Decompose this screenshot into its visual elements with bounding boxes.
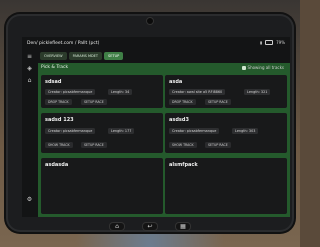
front-camera: [147, 18, 153, 24]
menu-icon[interactable]: ≡: [26, 54, 33, 60]
track-name: sadsd 123: [45, 117, 74, 123]
tablet-screen: Den/ picklefleet.com / Pallt (pct) ▮ 79%…: [22, 37, 290, 217]
filter-icon[interactable]: ⌂: [26, 78, 33, 84]
status-bar: Den/ picklefleet.com / Pallt (pct) ▮ 79%: [22, 37, 290, 50]
length-pill: Length: 321: [244, 89, 271, 95]
track-card[interactable]: sadsd 123 Creator: picsabfermanque Lengt…: [41, 113, 163, 153]
track-name: alsmfpack: [169, 162, 198, 168]
setup-race-button[interactable]: SETUP RACE: [81, 99, 107, 105]
length-pill: Length: 177: [108, 128, 135, 134]
pick-track-panel: Pick & Track Showing all tracks sdsad Cr…: [38, 63, 290, 217]
setup-race-button[interactable]: SETUP RACE: [205, 99, 231, 105]
tablet-device: Den/ picklefleet.com / Pallt (pct) ▮ 79%…: [6, 14, 294, 232]
track-name: asda: [169, 79, 183, 85]
left-rail: ≡ ◈ ⌂ ⚙: [22, 50, 38, 217]
signal-icon: ▮: [259, 40, 263, 45]
setup-race-button[interactable]: SETUP RACE: [81, 142, 107, 148]
settings-icon[interactable]: ⚙: [26, 197, 33, 203]
drop-track-button[interactable]: DROP TRACK: [45, 99, 72, 105]
checkbox[interactable]: [241, 65, 246, 70]
track-name: asdasda: [45, 162, 69, 168]
panel-title: Pick & Track: [41, 65, 69, 70]
track-card[interactable]: asdasda: [41, 158, 163, 214]
track-name: sdsad: [45, 79, 62, 85]
track-card[interactable]: alsmfpack: [165, 158, 287, 214]
drop-track-button[interactable]: DROP TRACK: [169, 99, 196, 105]
show-track-button[interactable]: SHOW TRACK: [169, 142, 197, 148]
setup-race-button[interactable]: SETUP RACE: [205, 142, 231, 148]
tab-setup[interactable]: SETUP: [104, 52, 124, 60]
creator-pill: Creator: picsabfermanque: [169, 128, 220, 134]
panel-header: Pick & Track Showing all tracks: [38, 63, 290, 73]
status-right: ▮ 79%: [260, 40, 285, 45]
track-card[interactable]: asdsd3 Creator: picsabfermanque Length: …: [165, 113, 287, 153]
apps-icon[interactable]: ▦: [176, 222, 190, 230]
length-pill: Length: 303: [232, 128, 259, 134]
battery-percent: 79%: [276, 40, 285, 45]
show-all-toggle[interactable]: Showing all tracks: [241, 65, 284, 70]
battery-icon: [265, 40, 274, 45]
show-track-button[interactable]: SHOW TRACK: [45, 142, 73, 148]
tab-params[interactable]: PARAMS MDET: [68, 52, 103, 60]
toggle-label: Showing all tracks: [247, 65, 284, 70]
back-icon[interactable]: ↩: [143, 222, 157, 230]
length-pill: Length: 34: [108, 89, 133, 95]
app-title: Den/ picklefleet.com / Pallt (pct): [27, 41, 100, 46]
track-card[interactable]: asda Creator: awal site a5 RFI8860 Lengt…: [165, 75, 287, 108]
creator-pill: Creator: awal site a5 RFI8860: [169, 89, 226, 95]
track-name: asdsd3: [169, 117, 189, 123]
track-card[interactable]: sdsad Creator: picsabfermanque Length: 3…: [41, 75, 163, 108]
creator-pill: Creator: picsabfermanque: [45, 128, 96, 134]
tablet-bottom-buttons: ⌂ ↩ ▦: [110, 220, 190, 232]
creator-pill: Creator: picsabfermanque: [45, 89, 96, 95]
tab-bar: OVERVIEW PARAMS MDET SETUP: [40, 52, 124, 61]
home-icon[interactable]: ⌂: [110, 222, 124, 230]
tab-overview[interactable]: OVERVIEW: [40, 52, 67, 60]
layers-icon[interactable]: ◈: [26, 66, 33, 72]
